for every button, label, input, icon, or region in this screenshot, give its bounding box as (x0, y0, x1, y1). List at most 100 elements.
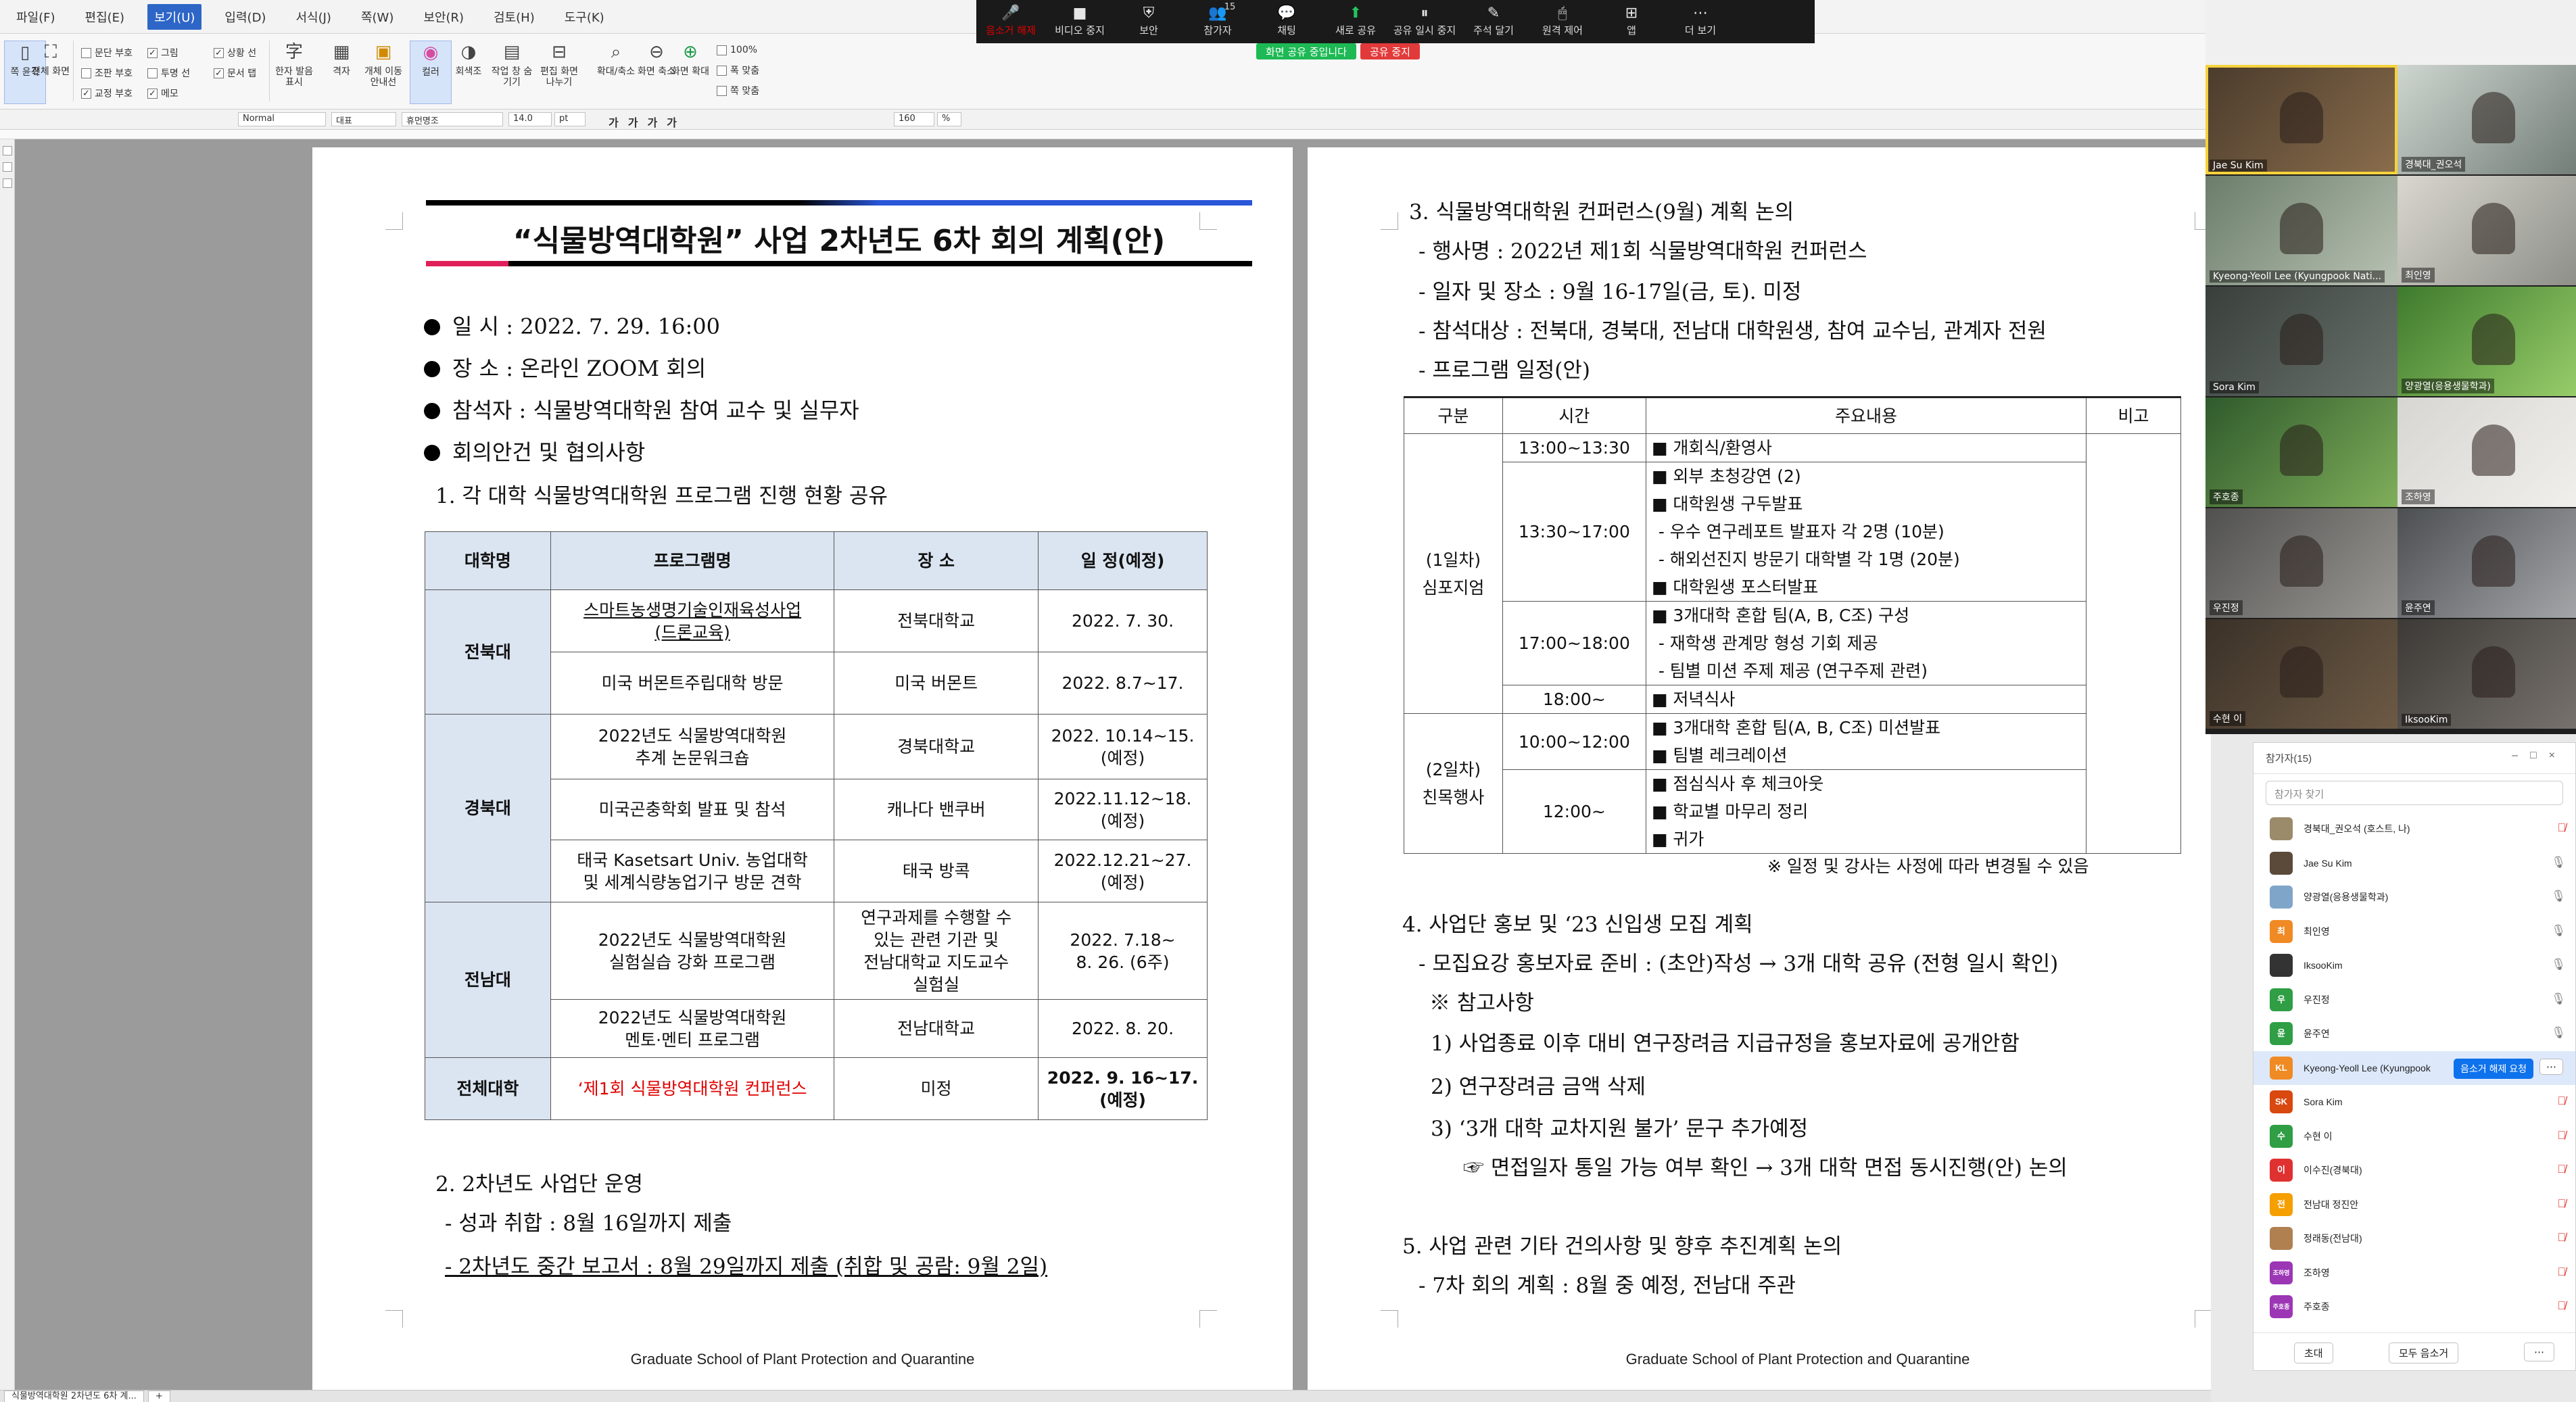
menu-item[interactable]: 편집(E) (78, 4, 132, 30)
style-select[interactable]: Normal (238, 112, 326, 126)
chat-button[interactable]: 💬 채팅 (1252, 0, 1321, 43)
document-tab[interactable]: 식물방역대학원 2차년도 6차 계... (4, 1390, 144, 1402)
font-size-field[interactable]: 14.0 (508, 112, 552, 126)
participant-row[interactable]: 우 우진정 🎙 (2253, 983, 2575, 1017)
menu-item[interactable]: 보안(R) (416, 4, 471, 30)
fullscreen-button[interactable]: ⛶ 전체 화면 (30, 41, 72, 77)
participant-row[interactable]: 정래동(전남대) 🎙̸ (2253, 1222, 2575, 1256)
menu-item[interactable]: 쪽(W) (354, 4, 400, 30)
view-icon[interactable] (2, 162, 12, 172)
video-tile[interactable]: Jae Su Kim (2205, 65, 2398, 174)
video-tile[interactable]: 우진정 (2205, 508, 2398, 618)
video-tile[interactable]: 윤주연 (2398, 508, 2576, 618)
radio (717, 65, 727, 76)
participant-row[interactable]: 수 수현 이 🎙̸ (2253, 1119, 2575, 1154)
video-tile[interactable]: 경북대_권오석 (2398, 65, 2576, 174)
participant-row[interactable]: 최 최인영 🎙 (2253, 915, 2575, 949)
hanja-pronunciation-button[interactable]: 字 한자 발음 표시 (273, 41, 315, 88)
menu-item[interactable]: 입력(D) (218, 4, 272, 30)
video-tile[interactable]: IksooKim (2398, 619, 2576, 729)
hide-taskpane-button[interactable]: ▤ 작업 창 숨기기 (491, 41, 533, 88)
zoom-fit-page-option[interactable]: 쪽 맞춤 (717, 84, 759, 97)
view-icon[interactable] (2, 146, 12, 155)
document-workspace[interactable]: “식물방역대학원” 사업 2차년도 6차 회의 계획(안) 일 시 : 2022… (15, 139, 2211, 1390)
video-button[interactable]: ■ 비디오 중지 (1045, 0, 1114, 43)
menu-item[interactable]: 보기(U) (147, 3, 202, 30)
participant-row[interactable]: 윤 윤주연 🎙 (2253, 1017, 2575, 1051)
mic-icon: 🎙 (2551, 958, 2566, 971)
invite-button[interactable]: 초대 (2294, 1343, 2333, 1363)
mute-all-button[interactable]: 모두 음소거 (2389, 1343, 2459, 1363)
new-tab-button[interactable]: + (147, 1390, 170, 1402)
video-tile[interactable]: Kyeong-Yeoll Lee (Kyungpook Nati... (2205, 176, 2398, 285)
shield-button[interactable]: ⛨ 보안 (1114, 0, 1183, 43)
time-cell: 17:00~18:00 (1502, 601, 1646, 685)
zoom-fit-width-option[interactable]: 폭 맞춤 (717, 64, 759, 77)
zoom-button[interactable]: ⌕ 확대/축소 (595, 41, 637, 77)
check-picture[interactable]: ✓ 그림 (147, 46, 178, 59)
program-cell: 스마트농생명기술인재육성사업 (드론교육) (550, 589, 835, 652)
grayscale-button[interactable]: ◑ 회색조 (448, 41, 490, 77)
participant-row[interactable]: KL Kyeong-Yeoll Lee (Kyungpook 음소거 해제 요청 ⋯ (2253, 1050, 2575, 1085)
participant-row[interactable]: 이 이수진(경북대) 🎙̸ (2253, 1153, 2575, 1188)
participant-search-input[interactable]: 참가자 찾기 (2266, 781, 2563, 805)
more-button[interactable]: ⋯ 더 보기 (1666, 0, 1735, 43)
text-style-buttons[interactable]: 가가가가 (609, 114, 686, 130)
participant-row[interactable]: 경북대_권오석 (호스트, 나) 🎙̸ (2253, 812, 2575, 846)
video-tile[interactable]: 최인영 (2398, 176, 2576, 285)
stop-share-button[interactable]: 공유 중지 (1360, 43, 1420, 59)
share-button[interactable]: ⬆ 새로 공유 (1321, 0, 1390, 43)
color-mode-button[interactable]: ◉ 컬러 (410, 41, 452, 104)
participant-row[interactable]: 조하영 조하영 🎙̸ (2253, 1256, 2575, 1290)
font-kind-select[interactable]: 대표 (331, 112, 396, 126)
participant-name-label: 양광열(응용생물학과) (2402, 379, 2494, 393)
more-options-button[interactable]: ⋯ (2524, 1343, 2554, 1361)
video-tile[interactable]: 수현 이 (2205, 619, 2398, 729)
avatar: 수 (2270, 1124, 2293, 1148)
participant-row[interactable]: 주호종 주호종 🎙̸ (2253, 1290, 2575, 1324)
participant-name: Sora Kim (2304, 1096, 2343, 1108)
participant-row[interactable]: SK Sora Kim 🎙̸ (2253, 1085, 2575, 1119)
zoom-100-option[interactable]: 100% (717, 45, 757, 55)
line-spacing-field[interactable]: 160 (894, 112, 934, 126)
apps-button[interactable]: ⊞ 앱 (1597, 0, 1666, 43)
font-select[interactable]: 휴먼명조 (402, 112, 503, 126)
check-proof-mark[interactable]: ✓ 교정 부호 (81, 87, 133, 100)
video-tile[interactable]: 주호종 (2205, 397, 2398, 507)
panel-window-controls[interactable]: –□× (2512, 750, 2567, 762)
view-icon[interactable] (2, 178, 12, 188)
check-status-line[interactable]: ✓ 상황 선 (214, 46, 256, 59)
video-tile[interactable]: 양광열(응용생물학과) (2398, 287, 2576, 396)
remote-button[interactable]: 🖱 원격 제어 (1528, 0, 1597, 43)
zoom-in-button[interactable]: ⊕ 화면 확대 (669, 41, 711, 77)
pause-button[interactable]: ⏸ 공유 일시 중지 (1390, 0, 1459, 43)
split-view-button[interactable]: ⊟ 편집 화면 나누기 (538, 41, 580, 88)
video-tile[interactable]: Sora Kim (2205, 287, 2398, 396)
menu-item[interactable]: 서식(J) (289, 4, 337, 30)
grid-button[interactable]: ▦ 격자 (320, 41, 362, 77)
request-unmute-button[interactable]: 음소거 해제 요청 (2454, 1058, 2533, 1079)
object-guide-button[interactable]: ▣ 개체 이동 안내선 (362, 41, 404, 88)
table-header: 장 소 (834, 531, 1039, 590)
more-options-button[interactable]: ⋯ (2539, 1058, 2563, 1075)
line-spacing-unit[interactable]: % (937, 112, 961, 126)
participant-row[interactable]: 양광열(응용생물학과) 🎙 (2253, 880, 2575, 915)
check-doc-tab[interactable]: ✓ 문서 탭 (214, 66, 256, 80)
reference-heading: ※ 참고사항 (1429, 991, 1534, 1015)
check-transparent-line[interactable]: 투명 선 (147, 66, 190, 80)
participant-row[interactable]: IksooKim 🎙 (2253, 948, 2575, 983)
check-memo[interactable]: ✓ 메모 (147, 87, 178, 100)
video-tile[interactable]: 조하영 (2398, 397, 2576, 507)
annotate-button[interactable]: ✎ 주석 달기 (1459, 0, 1528, 43)
participant-row[interactable]: Jae Su Kim 🎙 (2253, 846, 2575, 881)
menu-item[interactable]: 검토(H) (487, 4, 542, 30)
check-layout-mark[interactable]: 조판 부호 (81, 66, 133, 80)
menu-item[interactable]: 파일(F) (9, 4, 62, 30)
font-unit-select[interactable]: pt (554, 112, 586, 126)
menu-item[interactable]: 도구(K) (558, 4, 611, 30)
mic-off-button[interactable]: 🎤 음소거 해제 (976, 0, 1045, 43)
participant-row[interactable]: 전 전남대 정진안 🎙̸ (2253, 1188, 2575, 1222)
check-paragraph-mark[interactable]: 문단 부호 (81, 46, 133, 59)
participants-button[interactable]: 👥 참가자 15 (1183, 0, 1252, 43)
participant-name-label: 최인영 (2402, 268, 2435, 283)
